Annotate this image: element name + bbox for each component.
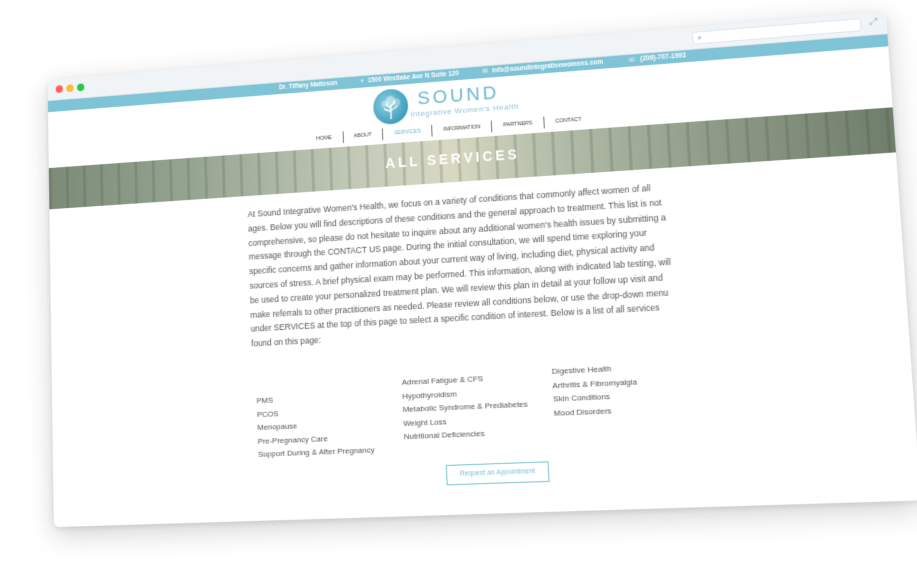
services-column-2: Adrenal Fatigue & CFS Hypothyroidism Met…: [401, 365, 543, 455]
maximize-window-button[interactable]: [77, 83, 85, 92]
services-column-3: Digestive Health Arthritis & Fibromyalgi…: [551, 358, 699, 450]
tree-logo-icon[interactable]: [372, 87, 409, 126]
nav-item-home[interactable]: HOME: [306, 134, 343, 142]
nav-item-contact[interactable]: CONTACT: [544, 116, 593, 125]
minimize-window-button[interactable]: [66, 84, 74, 93]
request-appointment-button[interactable]: Request an Appointment: [445, 461, 550, 486]
close-window-button[interactable]: [55, 85, 63, 94]
nav-item-services[interactable]: SERVICES: [383, 128, 431, 137]
services-column-1: PMS PCOS Menopause Pre-Pregnancy Care Su…: [256, 372, 393, 461]
phone-icon: ☏: [627, 56, 637, 64]
fullscreen-icon[interactable]: ⤢: [870, 16, 878, 28]
nav-item-about[interactable]: ABOUT: [343, 131, 382, 140]
phone-link[interactable]: (206)-707-1993: [640, 52, 686, 63]
browser-window: ⌕ ⤢ Dr. Tiffany Matteson ⌖ 1500 Westlake …: [47, 10, 917, 528]
nav-item-information[interactable]: INFORMATION: [432, 123, 491, 133]
services-list: PMS PCOS Menopause Pre-Pregnancy Care Su…: [256, 358, 699, 461]
search-icon: ⌕: [697, 33, 703, 43]
nav-item-partners[interactable]: PARTNERS: [492, 120, 543, 130]
map-pin-icon: ⌖: [360, 77, 365, 85]
intro-paragraph: At Sound Integrative Women's Health, we …: [247, 182, 672, 349]
envelope-icon: ✉: [482, 67, 489, 76]
browser-mockup-scene: ⌕ ⤢ Dr. Tiffany Matteson ⌖ 1500 Westlake …: [0, 0, 917, 563]
